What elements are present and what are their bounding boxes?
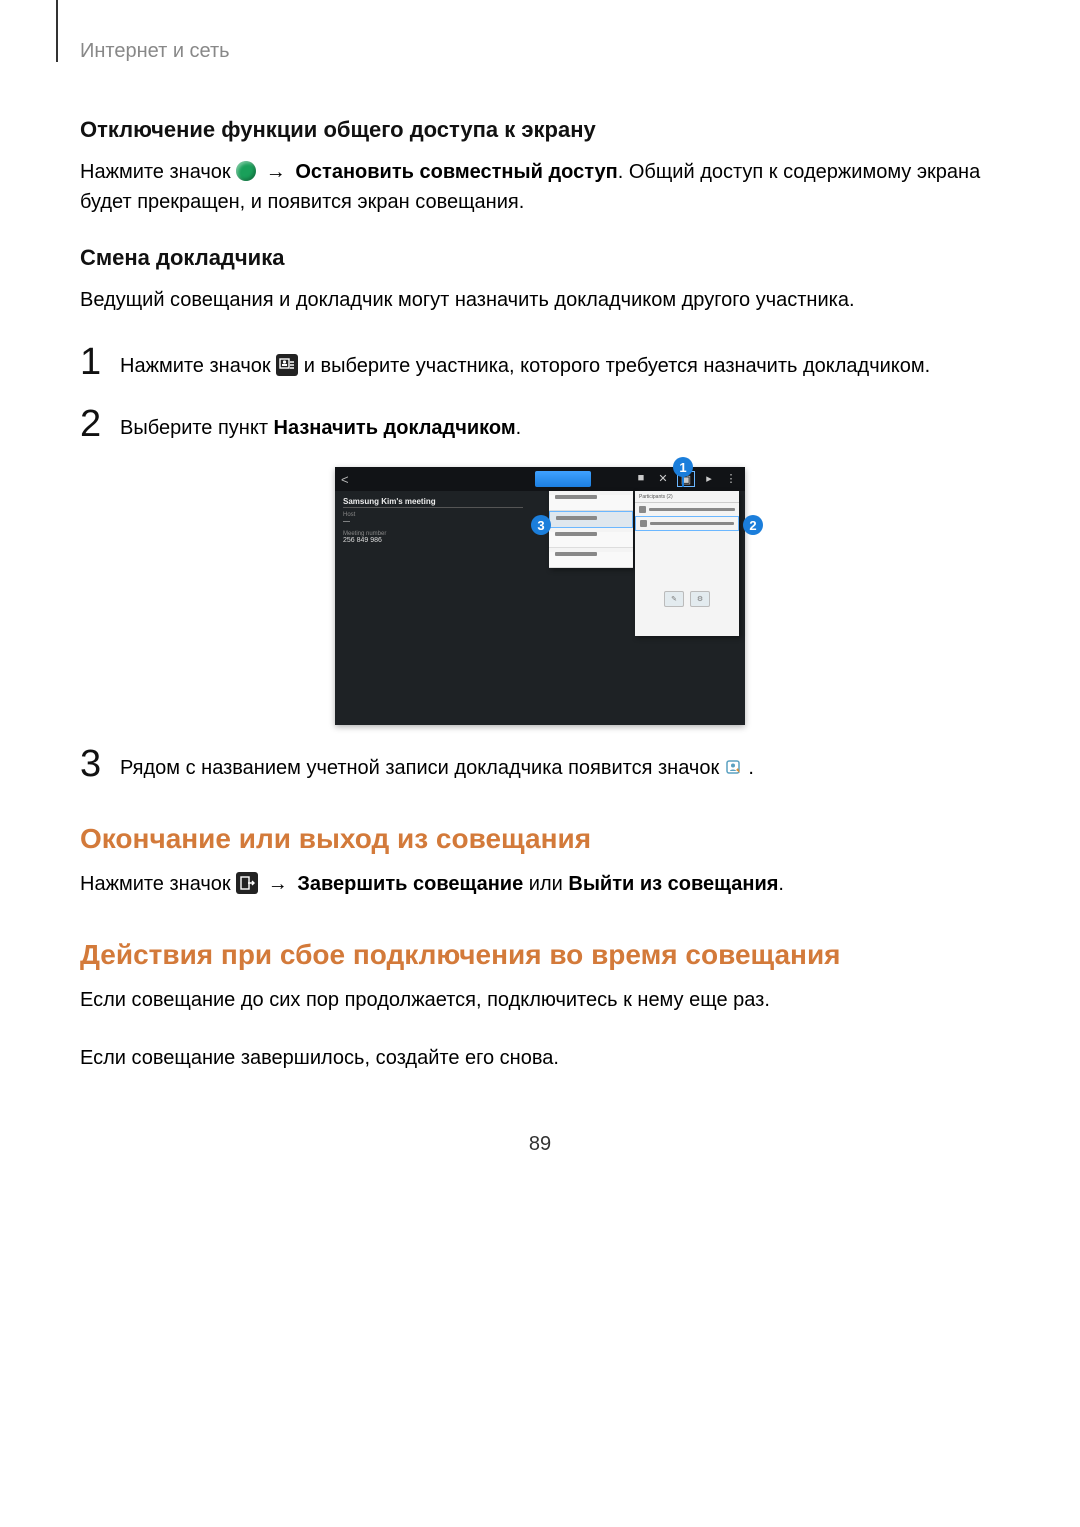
participant-row-selected xyxy=(635,516,739,531)
heading-end-meeting: Окончание или выход из совещания xyxy=(80,823,1000,855)
panel-settings-button: ⚙ xyxy=(690,591,710,607)
arrow-icon: → xyxy=(266,161,292,183)
meeting-title: Samsung Kim's meeting xyxy=(343,497,473,506)
text: Нажмите значок xyxy=(80,161,236,183)
exit-meeting-icon xyxy=(236,872,258,894)
menu-item-stop-sharing: Остановить совместный доступ xyxy=(295,161,617,183)
menu-item-make-presenter: Назначить докладчиком xyxy=(274,417,516,439)
more-icon: ⋮ xyxy=(723,471,739,485)
heading-disable-sharing: Отключение функции общего доступа к экра… xyxy=(80,117,1000,143)
breadcrumb: Интернет и сеть xyxy=(80,40,1000,63)
heading-change-presenter: Смена докладчика xyxy=(80,245,1000,271)
menu-item xyxy=(549,552,633,568)
screenshot-figure: < ■ ✕ ▣ ▸ ⋮ Samsung Kim's meeting Host —… xyxy=(80,467,1000,725)
panel-header: Participants (2) xyxy=(635,491,739,503)
step-text: Рядом с названием учетной записи докладч… xyxy=(120,745,754,783)
para-reconnect: Если совещание до сих пор продолжается, … xyxy=(80,985,1000,1015)
step-number: 1 xyxy=(80,343,120,381)
page-number: 89 xyxy=(80,1133,1000,1156)
callout-1: 1 xyxy=(673,457,693,477)
menu-item xyxy=(549,532,633,548)
screenshot-sidebar: Samsung Kim's meeting Host — Meeting num… xyxy=(343,497,473,544)
step-number: 2 xyxy=(80,405,120,443)
menu-item-leave-meeting: Выйти из совещания xyxy=(568,873,778,895)
step-text: Нажмите значок и выберите участника, кот… xyxy=(120,343,930,381)
callout-2: 2 xyxy=(743,515,763,535)
app-screenshot: < ■ ✕ ▣ ▸ ⋮ Samsung Kim's meeting Host —… xyxy=(335,467,745,725)
text: Выберите пункт xyxy=(120,417,274,439)
text: . xyxy=(516,417,522,439)
step-1: 1 Нажмите значок и выберите участника, к… xyxy=(80,343,1000,381)
video-icon: ■ xyxy=(633,471,649,485)
panel-action-button: ✎ xyxy=(664,591,684,607)
menu-item-end-meeting: Завершить совещание xyxy=(297,873,523,895)
text: . xyxy=(748,757,754,779)
arrow-icon: → xyxy=(268,873,294,895)
text: и выберите участника, которого требуется… xyxy=(304,355,930,377)
exit-icon: ▸ xyxy=(701,471,717,485)
screenshot-share-tab xyxy=(535,471,591,487)
number-value: 256 849 986 xyxy=(343,537,473,544)
step-number: 3 xyxy=(80,745,120,783)
panel-buttons: ✎ ⚙ xyxy=(635,591,739,607)
step-3: 3 Рядом с названием учетной записи докла… xyxy=(80,745,1000,783)
participants-icon xyxy=(276,354,298,376)
host-value: — xyxy=(343,518,473,525)
para-change-presenter-intro: Ведущий совещания и докладчик могут назн… xyxy=(80,285,1000,315)
text: Нажмите значок xyxy=(80,873,236,895)
menu-item-selected xyxy=(549,511,633,528)
text: или xyxy=(529,873,569,895)
para-recreate: Если совещание завершилось, создайте его… xyxy=(80,1043,1000,1073)
text: . xyxy=(778,873,784,895)
context-menu xyxy=(549,491,633,568)
callout-3: 3 xyxy=(531,515,551,535)
step-2: 2 Выберите пункт Назначить докладчиком. xyxy=(80,405,1000,443)
side-rule xyxy=(56,0,58,62)
participants-panel: Participants (2) ✎ ⚙ xyxy=(635,491,739,636)
menu-item xyxy=(549,495,633,511)
text: Рядом с названием учетной записи докладч… xyxy=(120,757,725,779)
step-text: Выберите пункт Назначить докладчиком. xyxy=(120,405,521,443)
heading-connection-fail: Действия при сбое подключения во время с… xyxy=(80,939,1000,971)
manual-page: Интернет и сеть Отключение функции общег… xyxy=(0,0,1080,1196)
para-end-meeting: Нажмите значок → Завершить совещание или… xyxy=(80,869,1000,899)
participant-row xyxy=(635,503,739,516)
presenter-badge-icon xyxy=(725,759,743,777)
text: Нажмите значок xyxy=(120,355,276,377)
back-icon: < xyxy=(341,472,349,487)
mic-icon: ✕ xyxy=(655,471,671,485)
share-stop-icon xyxy=(236,161,256,181)
para-disable-sharing: Нажмите значок → Остановить совместный д… xyxy=(80,157,1000,217)
